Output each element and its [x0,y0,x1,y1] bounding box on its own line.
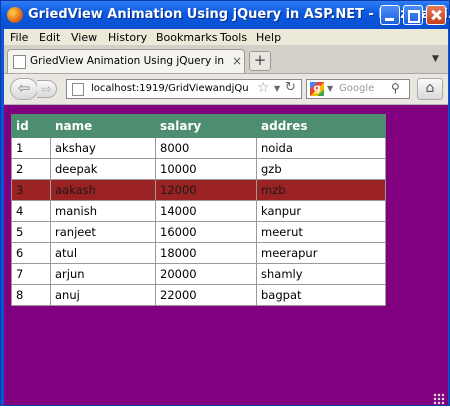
cell-addres: kanpur [256,200,386,222]
menu-help[interactable]: Help [256,31,281,44]
cell-id: 4 [11,200,51,222]
menu-history[interactable]: History [108,31,147,44]
cell-addres: gzb [256,158,386,180]
search-magnifier-icon[interactable]: ⚲ [391,81,400,95]
search-bar[interactable]: g ▼ Google ⚲ [306,79,410,99]
resize-grip-icon[interactable] [433,393,445,405]
home-icon: ⌂ [425,80,435,96]
cell-addres: meerut [256,221,386,243]
cell-salary: 8000 [155,137,257,159]
menu-edit[interactable]: Edit [39,31,60,44]
menu-file[interactable]: File [10,31,28,44]
menu-view[interactable]: View [71,31,97,44]
cell-addres: shamly [256,263,386,285]
menu-bar: File Edit View History Bookmarks Tools H… [4,29,448,45]
cell-name: anuj [50,284,156,306]
cell-name: manish [50,200,156,222]
browser-window: GriedView Animation Using jQuery in ASP.… [0,0,450,406]
search-engine-dropdown-icon[interactable]: ▼ [327,84,333,93]
cell-addres: bagpat [256,284,386,306]
cell-name: ranjeet [50,221,156,243]
page-content: id name salary addres 1 akshay 8000 noid… [4,105,448,395]
cell-salary: 22000 [155,284,257,306]
table-row[interactable]: 6 atul 18000 meerapur [11,242,386,264]
table-row-selected[interactable]: 3 aakash 12000 mzb [11,179,386,201]
cell-name: arjun [50,263,156,285]
cell-addres: meerapur [256,242,386,264]
maximize-button[interactable] [403,5,423,25]
cell-salary: 16000 [155,221,257,243]
search-placeholder[interactable]: Google [339,83,374,94]
cell-id: 5 [11,221,51,243]
google-icon[interactable]: g [310,82,324,96]
cell-salary: 20000 [155,263,257,285]
tab-list-icon[interactable]: ▼ [432,54,439,64]
cell-addres: mzb [256,179,386,201]
table-row[interactable]: 7 arjun 20000 shamly [11,263,386,285]
tab-strip: GriedView Animation Using jQuery in ASP.… [4,45,448,74]
cell-id: 7 [11,263,51,285]
new-tab-button[interactable]: + [249,51,271,71]
table-row[interactable]: 2 deepak 10000 gzb [11,158,386,180]
url-history-dropdown-icon[interactable]: ▼ [274,84,280,93]
column-header-addres: addres [256,114,386,138]
cell-salary: 12000 [155,179,257,201]
menu-tools[interactable]: Tools [220,31,247,44]
cell-name: aakash [50,179,156,201]
grid-header-row: id name salary addres [11,114,386,138]
cell-id: 6 [11,242,51,264]
employee-gridview: id name salary addres 1 akshay 8000 noid… [11,114,386,306]
navigation-toolbar: ⇦ ⇨ localhost:1919/GridViewandjQu ☆ ▼ ↻ … [4,74,448,105]
column-header-name: name [50,114,156,138]
forward-arrow-icon: ⇨ [41,82,52,96]
cell-id: 2 [11,158,51,180]
tab-active[interactable]: GriedView Animation Using jQuery in ASP.… [7,49,245,73]
column-header-id: id [11,114,51,138]
table-row[interactable]: 8 anuj 22000 bagpat [11,284,386,306]
title-bar[interactable]: GriedView Animation Using jQuery in ASP.… [1,1,450,29]
table-row[interactable]: 4 manish 14000 kanpur [11,200,386,222]
tab-label: GriedView Animation Using jQuery in ASP.… [30,55,226,67]
cell-salary: 18000 [155,242,257,264]
reload-icon[interactable]: ↻ [285,80,296,95]
cell-name: akshay [50,137,156,159]
menu-bookmarks[interactable]: Bookmarks [156,31,217,44]
table-row[interactable]: 5 ranjeet 16000 meerut [11,221,386,243]
home-button[interactable]: ⌂ [417,78,443,100]
cell-addres: noida [256,137,386,159]
cell-salary: 14000 [155,200,257,222]
close-window-button[interactable] [426,5,446,25]
site-identity-icon[interactable] [72,83,84,96]
cell-name: deepak [50,158,156,180]
table-row[interactable]: 1 akshay 8000 noida [11,137,386,159]
close-tab-icon[interactable]: × [232,54,242,68]
url-bar[interactable]: localhost:1919/GridViewandjQu ☆ ▼ ↻ [66,79,302,99]
status-bar [4,395,448,405]
minimize-button[interactable] [380,5,400,25]
cell-id: 3 [11,179,51,201]
page-icon [13,55,26,69]
forward-button[interactable]: ⇨ [37,80,57,98]
bookmark-star-icon[interactable]: ☆ [257,80,270,96]
url-text[interactable]: localhost:1919/GridViewandjQu [91,83,251,94]
column-header-salary: salary [155,114,257,138]
cell-id: 1 [11,137,51,159]
back-arrow-icon: ⇦ [17,79,31,97]
back-button[interactable]: ⇦ [10,78,38,100]
cell-name: atul [50,242,156,264]
cell-salary: 10000 [155,158,257,180]
firefox-icon [7,7,23,23]
cell-id: 8 [11,284,51,306]
